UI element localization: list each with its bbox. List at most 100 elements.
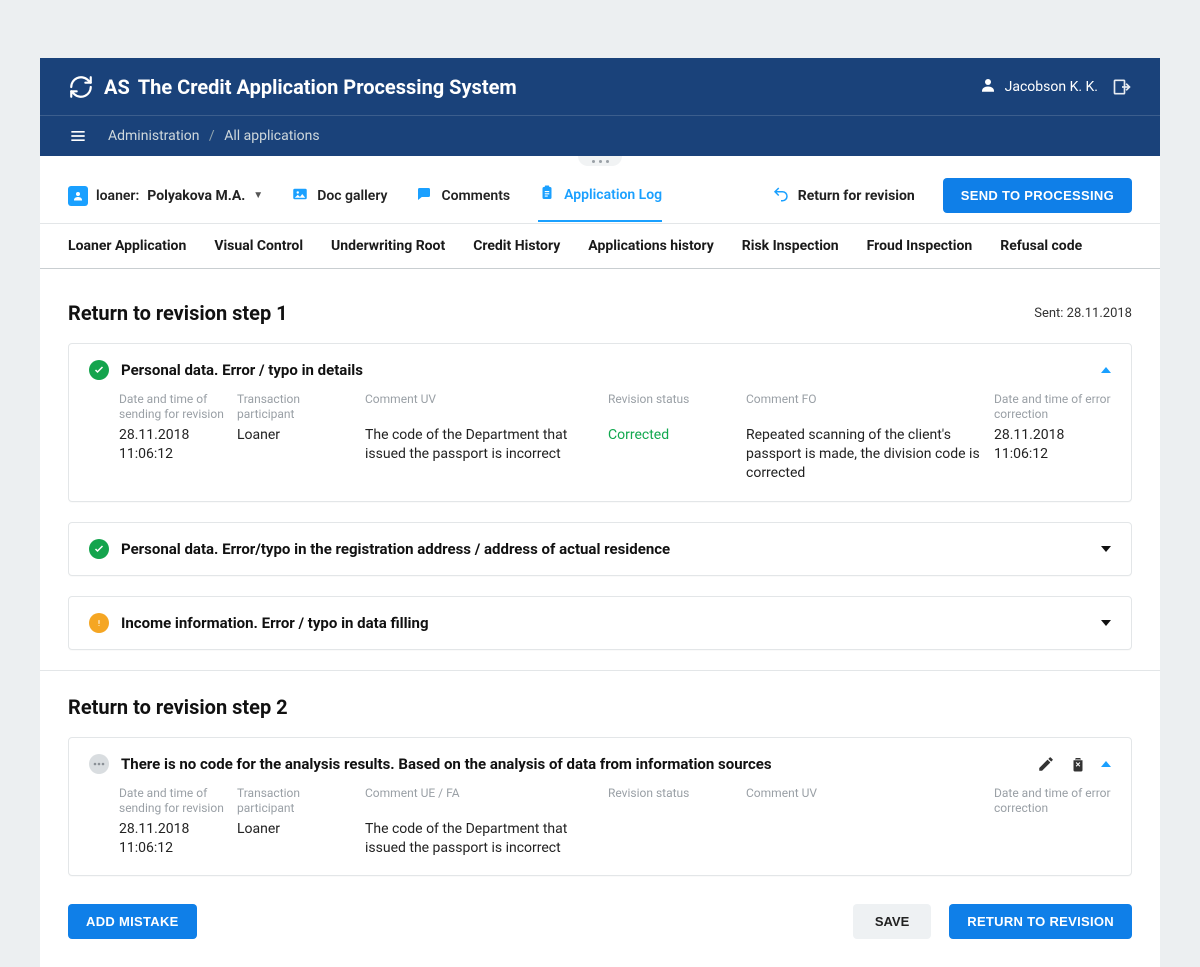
col-value: The code of the Department that issued t…	[365, 426, 600, 483]
revision-card-collapsed: Income information. Error / typo in data…	[68, 596, 1132, 650]
sent-time: 11:06:12	[119, 839, 229, 858]
logout-icon[interactable]	[1112, 77, 1132, 97]
doc-gallery-label: Doc gallery	[317, 188, 387, 204]
topbar: AS The Credit Application Processing Sys…	[40, 58, 1160, 116]
application-log-tab[interactable]: Application Log	[538, 184, 662, 222]
col-value: Repeated scanning of the client's passpo…	[746, 426, 986, 483]
application-log-label: Application Log	[564, 187, 662, 203]
col-value	[746, 820, 986, 858]
card-header[interactable]: There is no code for the analysis result…	[69, 738, 1131, 778]
revision-card-collapsed: Personal data. Error/typo in the registr…	[68, 522, 1132, 576]
col-header: Comment UV	[746, 786, 986, 816]
col-header: Date and time of sending for revision	[119, 786, 229, 816]
app-shell: AS The Credit Application Processing Sys…	[40, 58, 1160, 967]
col-header: Date and time of error correction	[994, 392, 1124, 422]
breadcrumb-separator: /	[203, 128, 221, 144]
card-title: There is no code for the analysis result…	[121, 755, 772, 773]
col-header: Comment UE / FA	[365, 786, 600, 816]
drag-handle[interactable]	[40, 156, 1160, 166]
breadcrumb-bar: Administration / All applications	[40, 116, 1160, 156]
dots-circle-icon	[89, 754, 109, 774]
edit-icon[interactable]	[1037, 755, 1055, 773]
action-row: loaner: Polyakova M.A. ▼ Doc gallery Com…	[40, 166, 1160, 224]
breadcrumb-level1[interactable]: Administration	[108, 128, 199, 144]
loaner-selector[interactable]: loaner: Polyakova M.A. ▼	[68, 186, 263, 206]
alert-circle-icon	[89, 613, 109, 633]
card-title: Personal data. Error/typo in the registr…	[121, 540, 670, 558]
card-title: Personal data. Error / typo in details	[121, 361, 363, 379]
section-divider	[40, 670, 1160, 671]
delete-icon[interactable]	[1069, 755, 1087, 773]
step2-title: Return to revision step 2	[68, 695, 288, 719]
col-value	[608, 820, 738, 858]
tab-risk-inspection[interactable]: Risk Inspection	[742, 238, 839, 254]
return-for-revision-label: Return for revision	[798, 188, 915, 204]
col-header: Transaction participant	[237, 786, 357, 816]
step1-title: Return to revision step 1	[68, 301, 288, 325]
breadcrumb: Administration / All applications	[108, 128, 320, 144]
breadcrumb-level2[interactable]: All applications	[224, 128, 319, 144]
collapse-icon[interactable]	[1101, 367, 1111, 373]
app-title: The Credit Application Processing System	[138, 75, 517, 99]
current-user[interactable]: Jacobson K. K.	[979, 76, 1098, 98]
save-button[interactable]: SAVE	[853, 904, 931, 939]
col-header: Date and time of error correction	[994, 786, 1124, 816]
card-details-grid: Date and time of sending for revision Tr…	[119, 392, 1111, 483]
col-header: Date and time of sending for revision	[119, 392, 229, 422]
person-icon	[979, 76, 997, 98]
tab-refusal-code[interactable]: Refusal code	[1000, 238, 1082, 254]
comments-label: Comments	[441, 188, 510, 204]
corr-time: 11:06:12	[994, 445, 1124, 464]
card-header[interactable]: Income information. Error / typo in data…	[89, 613, 1111, 633]
col-value: Loaner	[237, 820, 357, 858]
send-to-processing-button[interactable]: SEND TO PROCESSING	[943, 178, 1132, 213]
person-badge-icon	[68, 186, 88, 206]
revision-status-value: Corrected	[608, 426, 738, 483]
card-header[interactable]: Personal data. Error / typo in details	[69, 344, 1131, 384]
revision-card-expanded: There is no code for the analysis result…	[68, 737, 1132, 877]
col-header: Revision status	[608, 786, 738, 816]
collapse-icon[interactable]	[1101, 761, 1111, 767]
col-header: Comment UV	[365, 392, 600, 422]
check-circle-icon	[89, 539, 109, 559]
loaner-prefix: loaner:	[96, 188, 139, 204]
col-value: Loaner	[237, 426, 357, 483]
tab-froud-inspection[interactable]: Froud Inspection	[867, 238, 973, 254]
tab-loaner-application[interactable]: Loaner Application	[68, 238, 186, 254]
content-step2: Return to revision step 2 There is no co…	[40, 695, 1160, 877]
col-value	[994, 820, 1124, 858]
logo: AS The Credit Application Processing Sys…	[68, 74, 517, 100]
return-to-revision-button[interactable]: RETURN TO REVISION	[949, 904, 1132, 939]
expand-icon[interactable]	[1101, 546, 1111, 552]
chevron-down-icon: ▼	[253, 190, 263, 201]
sent-time: 11:06:12	[119, 445, 229, 464]
check-circle-icon	[89, 360, 109, 380]
footer-actions: ADD MISTAKE SAVE RETURN TO REVISION	[40, 896, 1160, 967]
revision-card-expanded: Personal data. Error / typo in details D…	[68, 343, 1132, 502]
doc-gallery-button[interactable]: Doc gallery	[291, 185, 387, 207]
app-short-title: AS	[104, 75, 130, 99]
col-header: Comment FO	[746, 392, 986, 422]
col-header: Revision status	[608, 392, 738, 422]
tab-visual-control[interactable]: Visual Control	[214, 238, 303, 254]
tab-credit-history[interactable]: Credit History	[473, 238, 560, 254]
loaner-name: Polyakova M.A.	[147, 188, 245, 204]
user-name: Jacobson K. K.	[1005, 79, 1098, 95]
comments-button[interactable]: Comments	[415, 185, 510, 207]
expand-icon[interactable]	[1101, 620, 1111, 626]
add-mistake-button[interactable]: ADD MISTAKE	[68, 904, 197, 939]
tab-applications-history[interactable]: Applications history	[588, 238, 714, 254]
step1-sent-label: Sent: 28.11.2018	[1034, 306, 1132, 321]
clipboard-icon	[538, 184, 556, 206]
card-header[interactable]: Personal data. Error/typo in the registr…	[89, 539, 1111, 559]
sent-date: 28.11.2018	[119, 426, 229, 445]
col-value: The code of the Department that issued t…	[365, 820, 600, 858]
chat-icon	[415, 185, 433, 207]
sent-date: 28.11.2018	[119, 820, 229, 839]
image-icon	[291, 185, 309, 207]
menu-icon[interactable]	[68, 126, 88, 146]
corr-date: 28.11.2018	[994, 426, 1124, 445]
tabs-row: Loaner Application Visual Control Underw…	[40, 224, 1160, 269]
return-for-revision-button[interactable]: Return for revision	[772, 185, 915, 207]
tab-underwriting-root[interactable]: Underwriting Root	[331, 238, 445, 254]
